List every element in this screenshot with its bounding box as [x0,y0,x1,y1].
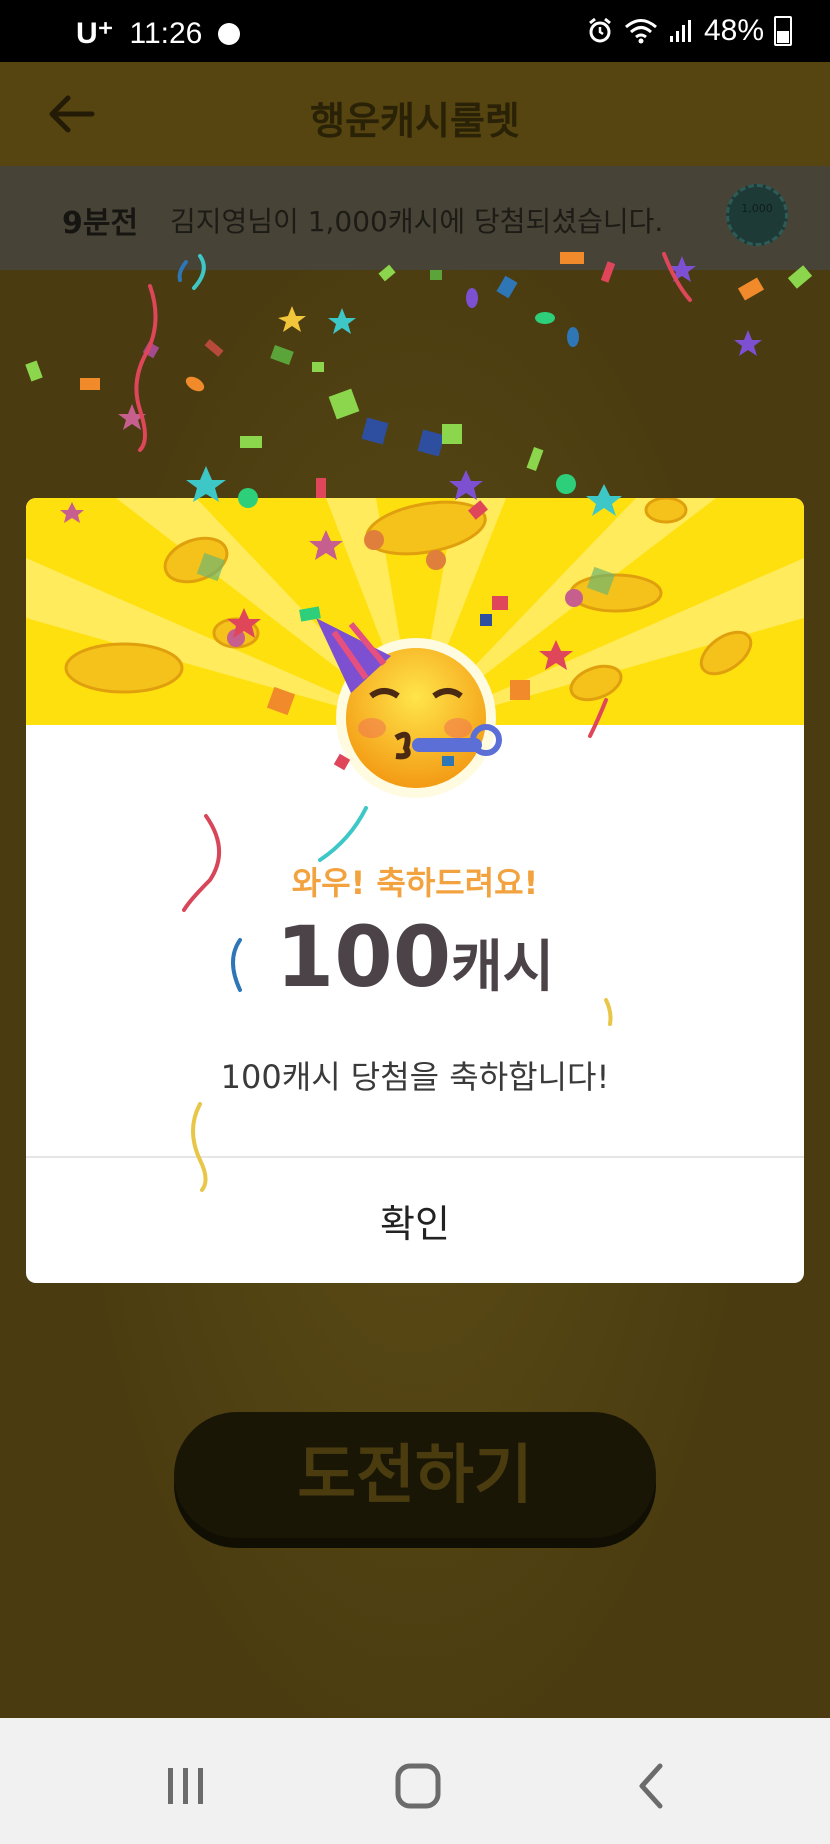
challenge-button: 도전하기 [174,1412,656,1538]
reward-dialog: 와우! 축하드려요! 100캐시 100캐시 당첨을 축하합니다! 확인 [26,498,804,1283]
app-bar: 행운캐시룰렛 [0,62,830,166]
battery-icon [774,16,792,46]
page-title: 행운캐시룰렛 [310,99,520,143]
coin-label: 1,000 [741,202,773,215]
ticker-message: 김지영님이 1,000캐시에 당첨되셨습니다. [170,205,664,238]
carrier-label: U⁺ [76,17,114,50]
reward-amount-number: 100 [275,908,452,1006]
reward-amount: 100캐시 [26,908,804,1006]
home-icon[interactable] [388,1756,448,1816]
status-bar: U⁺ 11:26 48% [0,0,830,62]
cash-coin-icon: 1,000 [726,184,788,246]
signal-icon [669,20,691,42]
ticker-time: 9분전 [62,206,139,241]
congrats-headline: 와우! 축하드려요! [291,864,539,902]
battery-percent: 48% [703,14,764,47]
reward-message: 100캐시 당첨을 축하합니다! [220,1058,610,1096]
confirm-button[interactable]: 확인 [26,1158,804,1283]
winner-ticker: 9분전 김지영님이 1,000캐시에 당첨되셨습니다. [0,166,830,270]
system-nav-bar [0,1718,830,1844]
alarm-icon [589,17,611,43]
recents-icon[interactable] [156,1756,216,1816]
message-notification-icon [218,22,241,45]
reward-amount-unit: 캐시 [451,935,555,1000]
party-face-icon [316,618,502,798]
nav-back-icon[interactable] [622,1756,682,1816]
wifi-icon [624,19,657,44]
clock: 11:26 [129,16,203,50]
